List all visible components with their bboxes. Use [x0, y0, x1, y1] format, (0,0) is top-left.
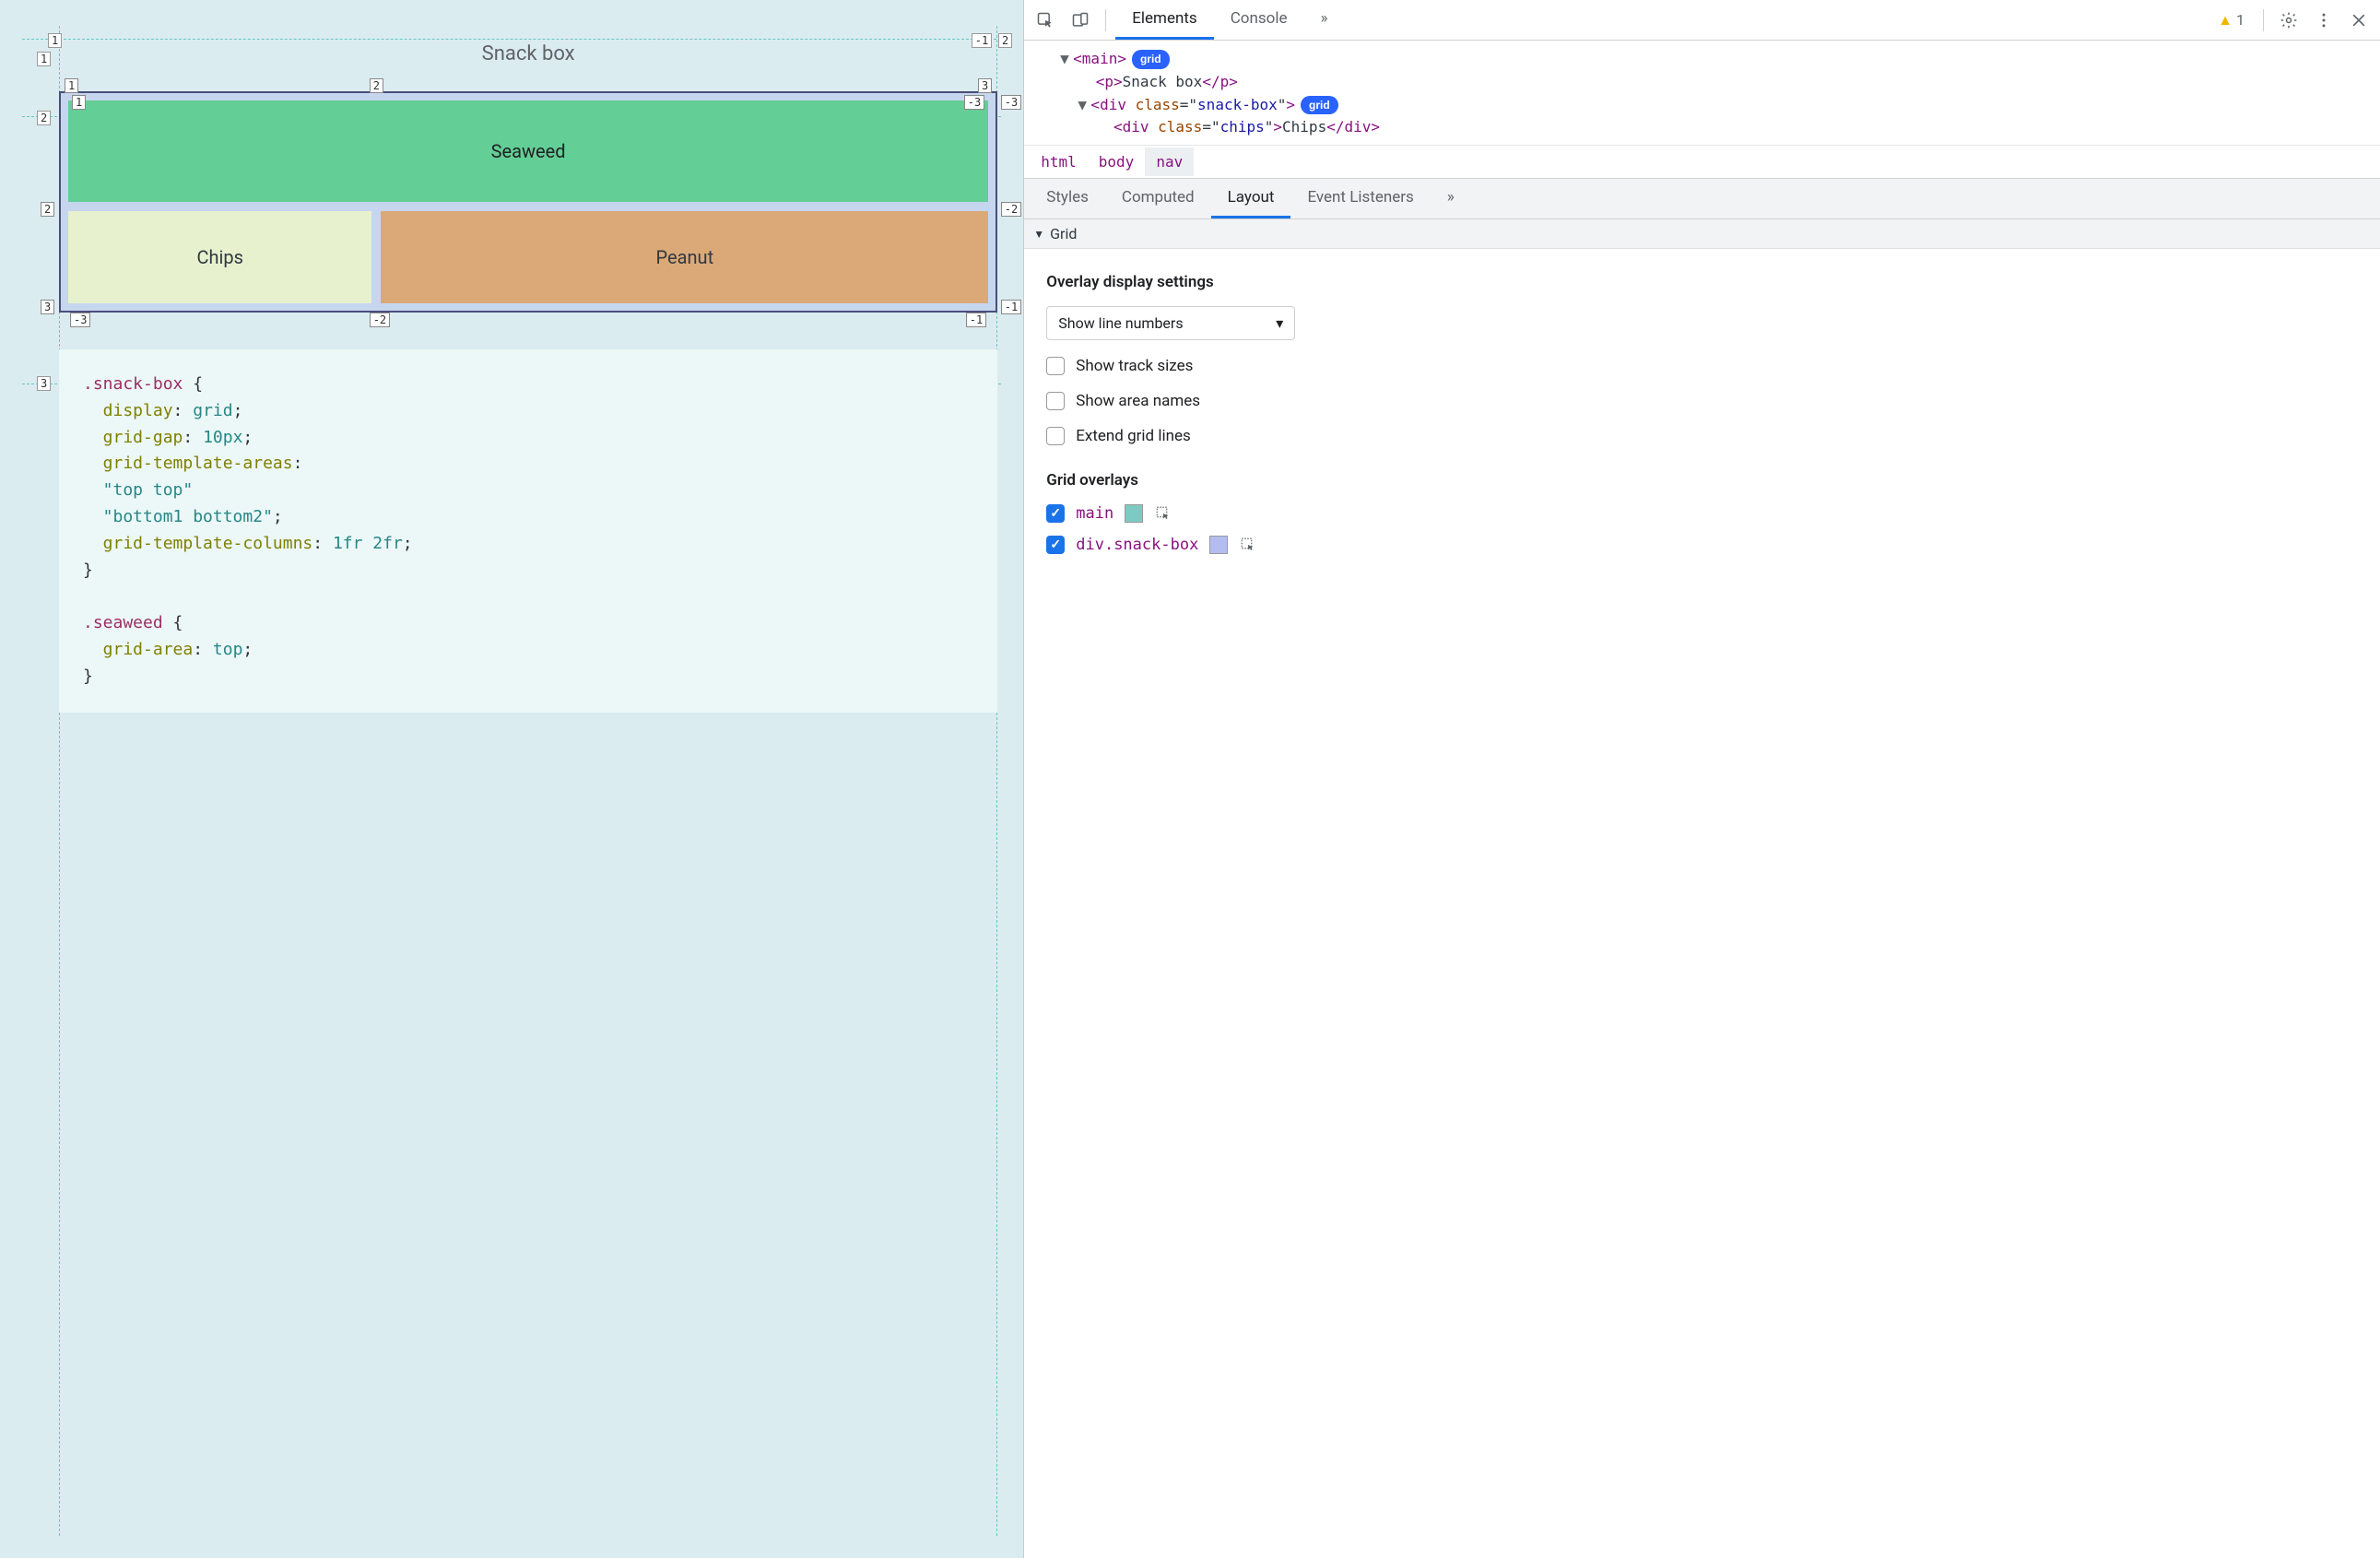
overlay-selector[interactable]: div.snack-box [1076, 536, 1198, 554]
checkbox-icon[interactable] [1046, 392, 1065, 410]
overlay-settings-checkboxes: Show track sizes Show area names Extend gr… [1046, 357, 2358, 445]
grid-badge[interactable]: grid [1132, 50, 1170, 69]
device-toggle-icon[interactable] [1065, 5, 1096, 36]
warning-icon: ▲ [2218, 11, 2233, 30]
close-icon[interactable] [2343, 5, 2374, 36]
outer-line-num: 2 [37, 111, 51, 125]
checkbox-icon[interactable] [1046, 357, 1065, 375]
dom-node-p[interactable]: <p>Snack box</p> [1033, 71, 2371, 94]
overlay-color-swatch[interactable] [1125, 504, 1143, 523]
checkbox-label: Show track sizes [1076, 357, 1193, 375]
chevron-down-icon: ▾ [1276, 314, 1283, 332]
styles-subtabs: Styles Computed Layout Event Listeners » [1024, 179, 2380, 219]
tab-more[interactable]: » [1304, 0, 1345, 40]
cell-chips: Chips [68, 211, 371, 303]
checkbox-label: Extend grid lines [1076, 427, 1191, 445]
subtab-event-listeners[interactable]: Event Listeners [1290, 179, 1430, 218]
line-num: 1 [65, 78, 78, 93]
outer-line-num: 3 [37, 376, 51, 391]
grid-guide [22, 39, 1001, 40]
overlay-checkbox[interactable] [1046, 536, 1065, 554]
subtab-more[interactable]: » [1431, 179, 1471, 218]
dom-breadcrumbs: html body nav [1024, 146, 2380, 179]
line-num: 2 [370, 78, 383, 93]
line-numbers-select-label: Show line numbers [1058, 314, 1183, 332]
toolbar-separator [1105, 9, 1106, 31]
grid-section-title: Grid [1050, 225, 1077, 242]
crumb-nav[interactable]: nav [1145, 148, 1194, 176]
overlay-color-swatch[interactable] [1209, 536, 1228, 554]
dom-node-main[interactable]: ▼<main>grid [1033, 48, 2371, 71]
dom-node-chips[interactable]: <div class="chips">Chips</div> [1033, 116, 2371, 139]
tab-console[interactable]: Console [1214, 0, 1304, 40]
line-num: -3 [964, 95, 984, 110]
line-num: -1 [1001, 300, 1021, 314]
grid-section-header[interactable]: ▼ Grid [1024, 219, 2380, 249]
cell-peanut: Peanut [381, 211, 988, 303]
dom-node-snackbox[interactable]: ▼<div class="snack-box">grid [1033, 94, 2371, 117]
snack-box-grid-overlay: 1 2 3 1 -3 2 3 -3 -2 -1 -3 -2 -1 Seaweed… [59, 91, 997, 313]
page-preview: 1 -1 2 1 2 3 Snack box 1 2 3 1 -3 2 3 -3… [0, 0, 1023, 1558]
dom-tree[interactable]: ▼<main>grid <p>Snack box</p> ▼<div class… [1024, 41, 2380, 146]
highlight-icon[interactable] [1239, 536, 1257, 554]
tab-elements[interactable]: Elements [1115, 0, 1213, 40]
overlay-checkbox[interactable] [1046, 504, 1065, 523]
line-numbers-select[interactable]: Show line numbers ▾ [1046, 306, 1295, 340]
snack-box-grid: Seaweed Chips Peanut [61, 93, 996, 311]
warnings-badge[interactable]: ▲ 1 [2209, 11, 2254, 30]
line-num: -2 [1001, 202, 1021, 217]
cell-seaweed: Seaweed [68, 100, 988, 202]
checkbox-label: Show area names [1076, 392, 1200, 410]
highlight-icon[interactable] [1154, 504, 1172, 523]
overlay-row-div-snack-box: div.snack-box [1046, 536, 2358, 554]
subtab-computed[interactable]: Computed [1105, 179, 1211, 218]
devtools-panel: Elements Console » ▲ 1 ▼<main>grid <p>Sn… [1023, 0, 2380, 1558]
inspect-icon[interactable] [1030, 5, 1061, 36]
overlay-settings-heading: Overlay display settings [1046, 273, 2358, 291]
disclosure-icon: ▼ [1033, 228, 1044, 241]
grid-badge[interactable]: grid [1301, 96, 1338, 115]
line-num: -2 [370, 313, 390, 327]
checkbox-show-area-names[interactable]: Show area names [1046, 392, 2358, 410]
line-num: -1 [966, 313, 986, 327]
line-num: 1 [72, 95, 86, 110]
checkbox-extend-grid-lines[interactable]: Extend grid lines [1046, 427, 2358, 445]
devtools-toolbar: Elements Console » ▲ 1 [1024, 0, 2380, 41]
overlay-selector[interactable]: main [1076, 504, 1113, 523]
subtab-styles[interactable]: Styles [1030, 179, 1105, 218]
line-num: 3 [978, 78, 992, 93]
grid-overlays-list: main div.snack-box [1046, 504, 2358, 554]
crumb-body[interactable]: body [1088, 148, 1146, 176]
line-num: -3 [1001, 95, 1021, 110]
subtab-layout[interactable]: Layout [1211, 179, 1291, 218]
kebab-icon[interactable] [2308, 5, 2339, 36]
crumb-html[interactable]: html [1030, 148, 1088, 176]
layout-panel-body: Overlay display settings Show line numbe… [1024, 249, 2380, 1558]
grid-overlays-heading: Grid overlays [1046, 471, 2358, 490]
gear-icon[interactable] [2273, 5, 2304, 36]
toolbar-separator [2263, 9, 2264, 31]
warning-count: 1 [2236, 11, 2245, 29]
checkbox-show-track-sizes[interactable]: Show track sizes [1046, 357, 2358, 375]
checkbox-icon[interactable] [1046, 427, 1065, 445]
css-source: .snack-box { display: grid; grid-gap: 10… [59, 349, 997, 713]
overlay-row-main: main [1046, 504, 2358, 523]
line-num: 2 [41, 202, 54, 217]
outer-line-num: 2 [998, 33, 1012, 48]
outer-line-num: 1 [37, 52, 51, 66]
line-num: -3 [70, 313, 90, 327]
preview-title: Snack box [59, 42, 997, 65]
line-num: 3 [41, 300, 54, 314]
